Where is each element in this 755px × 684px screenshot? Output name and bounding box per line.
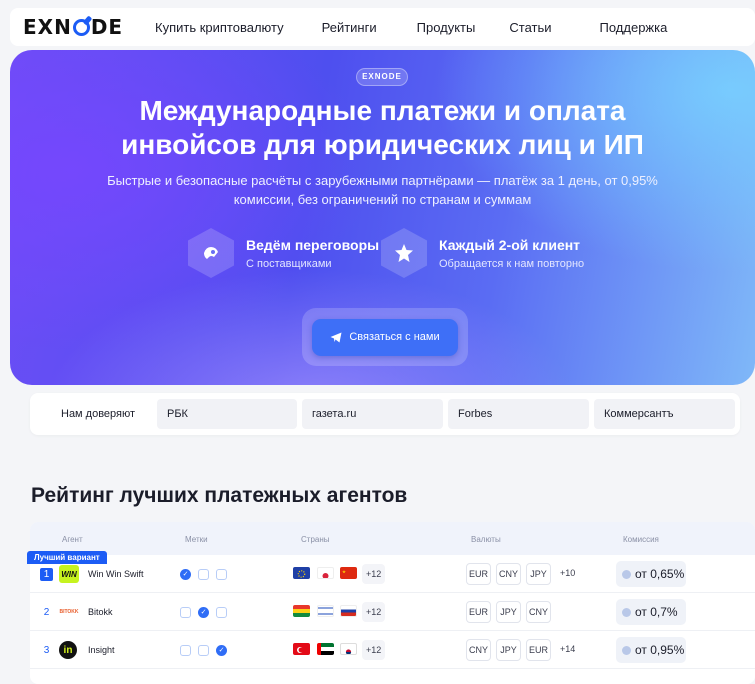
feature-title: Каждый 2-ой клиент (439, 236, 581, 253)
handshake-icon (188, 228, 234, 278)
currency-badge: CNY (526, 601, 551, 623)
rank-number: 1 (40, 568, 53, 581)
flag-israel-icon (317, 605, 334, 617)
bitokk-logo: BITOKK (59, 609, 79, 615)
table-row[interactable]: 1 WIN Win Win Swift ✓ +12 EUR CNY JPY +1… (30, 555, 755, 593)
currency-badge: CNY (496, 563, 521, 585)
hero-badge: EXNODE (356, 68, 408, 86)
hero-title-line1: Международные платежи и оплата (139, 95, 626, 126)
currency-badge: JPY (496, 601, 521, 623)
trust-item-kommersant[interactable]: Коммерсантъ (594, 399, 735, 429)
verified-icon: ✓ (216, 645, 227, 656)
handshake-tag-icon (216, 607, 227, 618)
nav-link-products[interactable]: Продукты (417, 20, 476, 35)
top-nav: EXN DE Купить криптовалюту Рейтинги Проду… (10, 8, 755, 46)
table-row[interactable]: 2 BITOKK Bitokk ✓ +12 EUR JPY CNY от 0,7… (30, 593, 755, 631)
commission-value: от 0,65% (635, 567, 685, 581)
nav-links: Купить криптовалюту Рейтинги Продукты Ст… (143, 20, 667, 35)
more-countries-badge[interactable]: +12 (362, 640, 386, 660)
feature-subtitle: Обращается к нам повторно (439, 257, 585, 270)
contact-us-button[interactable]: Связаться с нами (312, 318, 458, 356)
currency-badge: CNY (466, 639, 491, 661)
currency-badge: EUR (466, 601, 491, 623)
column-currencies[interactable]: Валюты (471, 535, 501, 544)
column-tags[interactable]: Метки (185, 535, 208, 544)
cta-wrapper: Связаться с нами (302, 308, 468, 366)
flag-eu-icon (293, 567, 310, 579)
trust-item-forbes[interactable]: Forbes (448, 399, 589, 429)
info-icon (622, 645, 631, 655)
insight-logo: in (59, 641, 77, 659)
hero-subtitle: Быстрые и безопасные расчёты с зарубежны… (70, 171, 695, 209)
telegram-icon (330, 332, 342, 342)
hero-subtitle-line2: комиссии, без ограничений по странам и с… (233, 192, 532, 207)
commission-badge: от 0,95% (616, 637, 686, 663)
verified-icon: ✓ (180, 569, 191, 580)
feature-subtitle: С поставщиками (246, 257, 332, 270)
exnode-logo[interactable]: EXN DE (23, 15, 143, 39)
currency-badge: EUR (526, 639, 551, 661)
nav-link-buy-crypto[interactable]: Купить криптовалюту (155, 20, 284, 35)
column-agent[interactable]: Агент (62, 535, 83, 544)
handshake-tag-icon (198, 569, 209, 580)
best-option-badge: Лучший вариант (27, 551, 107, 564)
star-badge-icon (381, 228, 427, 278)
more-currencies-label[interactable]: +10 (560, 568, 575, 578)
document-tag-icon (180, 607, 191, 618)
agent-name[interactable]: Insight (88, 645, 115, 655)
agents-rating-table: Агент Метки Страны Валюты Комиссия 1 WIN… (30, 522, 755, 684)
trust-item-rbc[interactable]: РБК (157, 399, 297, 429)
hero-banner: EXNODE Международные платежи и оплата ин… (10, 50, 755, 385)
trust-item-gazeta[interactable]: газета.ru (302, 399, 443, 429)
currency-badge: EUR (466, 563, 491, 585)
feature-title: Ведём переговоры (246, 236, 380, 253)
info-icon (622, 607, 631, 617)
contact-us-label: Связаться с нами (349, 331, 440, 343)
feature-repeat-clients: Каждый 2-ой клиент Обращается к нам повт… (381, 228, 584, 278)
nav-link-articles[interactable]: Статьи (509, 20, 551, 35)
currency-badge: JPY (496, 639, 521, 661)
column-countries[interactable]: Страны (301, 535, 330, 544)
rating-title: Рейтинг лучших платежных агентов (31, 484, 408, 507)
commission-badge: от 0,7% (616, 599, 686, 625)
hero-title: Международные платежи и оплата инвойсов … (10, 94, 755, 162)
flag-uae-icon (317, 643, 334, 655)
handshake-tag-icon (180, 645, 191, 656)
rank-number: 2 (43, 607, 50, 618)
flag-turkey-icon (293, 643, 310, 655)
win-win-logo: WIN (59, 565, 79, 583)
flag-south-korea-icon (340, 643, 357, 655)
trusted-by-label: Нам доверяют (61, 408, 136, 420)
flag-russia-icon (340, 605, 357, 617)
nav-link-support[interactable]: Поддержка (600, 20, 668, 35)
more-currencies-label[interactable]: +14 (560, 644, 575, 654)
commission-value: от 0,7% (635, 605, 678, 619)
document-tag-icon (216, 569, 227, 580)
currency-badge: JPY (526, 563, 551, 585)
verified-icon: ✓ (198, 607, 209, 618)
flag-ghana-icon (293, 605, 310, 617)
nav-link-ratings[interactable]: Рейтинги (322, 20, 377, 35)
hero-title-line2: инвойсов для юридических лиц и ИП (121, 129, 644, 160)
agent-name[interactable]: Win Win Swift (88, 569, 144, 579)
flag-china-icon (340, 567, 357, 579)
commission-value: от 0,95% (635, 643, 685, 657)
column-commission[interactable]: Комиссия (623, 535, 659, 544)
document-tag-icon (198, 645, 209, 656)
agent-name[interactable]: Bitokk (88, 607, 113, 617)
more-countries-badge[interactable]: +12 (362, 564, 386, 584)
hero-subtitle-line1: Быстрые и безопасные расчёты с зарубежны… (107, 173, 658, 188)
more-countries-badge[interactable]: +12 (362, 602, 386, 622)
info-icon (622, 569, 631, 579)
rank-number: 3 (43, 645, 50, 656)
feature-negotiation: Ведём переговоры С поставщиками (188, 228, 379, 278)
commission-badge: от 0,65% (616, 561, 686, 587)
flag-japan-icon (317, 567, 334, 579)
trusted-by-bar: Нам доверяют РБК газета.ru Forbes Коммер… (30, 393, 740, 435)
table-row[interactable]: 3 in Insight ✓ +12 CNY JPY EUR +14 от 0,… (30, 631, 755, 669)
table-header: Агент Метки Страны Валюты Комиссия (30, 522, 755, 555)
